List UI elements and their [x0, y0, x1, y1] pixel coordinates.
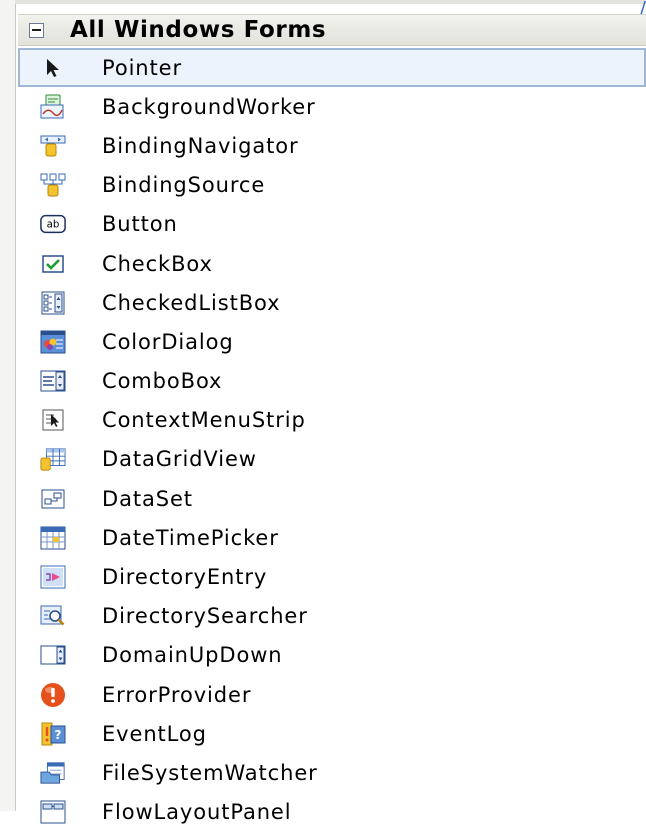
toolbox-item-label: ComboBox: [102, 369, 223, 394]
button-icon: ab: [40, 211, 66, 237]
toolbox-item-label: DirectorySearcher: [102, 604, 308, 629]
data-grid-view-icon: [40, 446, 66, 472]
svg-text:?: ?: [55, 728, 62, 742]
toolbox-item-label: DomainUpDown: [102, 643, 283, 668]
toolbox-item-label: BackgroundWorker: [102, 94, 316, 119]
checkbox-icon: [40, 251, 66, 277]
toolbox-item-datagridview[interactable]: DataGridView: [18, 440, 646, 479]
toolbox-item-label: BindingNavigator: [102, 133, 299, 158]
collapse-toggle-icon[interactable]: [29, 22, 44, 38]
directory-entry-icon: [40, 564, 66, 590]
toolbox-item-domainupdown[interactable]: DomainUpDown: [18, 636, 646, 675]
toolbox-item-dataset[interactable]: DataSet: [18, 479, 646, 518]
background-worker-icon: [40, 94, 66, 120]
combobox-icon: [40, 368, 66, 394]
group-header-all-windows-forms[interactable]: All Windows Forms: [18, 14, 646, 46]
toolbox-item-flowlayoutpanel[interactable]: FlowLayoutPanel: [18, 793, 646, 832]
toolbox-item-label: BindingSource: [102, 173, 266, 198]
svg-text:ab: ab: [47, 220, 60, 231]
binding-navigator-icon: [40, 133, 66, 159]
file-system-watcher-icon: [40, 760, 66, 786]
toolbox-item-label: CheckedListBox: [102, 290, 281, 315]
toolbox-item-label: DataGridView: [102, 447, 257, 472]
toolbox-item-colordialog[interactable]: ColorDialog: [18, 322, 646, 361]
toolbox-item-label: FileSystemWatcher: [102, 760, 318, 785]
toolbox-item-label: Pointer: [102, 55, 182, 80]
toolbox-item-bindingsource[interactable]: BindingSource: [18, 166, 646, 205]
color-dialog-icon: [40, 329, 66, 355]
toolbox-item-list: Pointer BackgroundWorker BindingNavigato…: [18, 48, 646, 832]
error-provider-icon: [40, 682, 66, 708]
toolbox-item-eventlog[interactable]: ? EventLog: [18, 714, 646, 753]
toolbox-item-label: DateTimePicker: [102, 525, 279, 550]
toolbox-item-label: FlowLayoutPanel: [102, 800, 292, 825]
toolbox-item-combobox[interactable]: ComboBox: [18, 362, 646, 401]
toolbox-item-errorprovider[interactable]: ErrorProvider: [18, 675, 646, 714]
context-menu-strip-icon: [40, 407, 66, 433]
toolbox-item-label: DirectoryEntry: [102, 565, 268, 590]
date-time-picker-icon: [40, 525, 66, 551]
toolbox-item-datetimepicker[interactable]: DateTimePicker: [18, 518, 646, 557]
binding-source-icon: [40, 172, 66, 198]
domain-up-down-icon: [40, 642, 66, 668]
event-log-icon: ?: [40, 721, 66, 747]
directory-searcher-icon: [40, 603, 66, 629]
toolbox-item-label: DataSet: [102, 486, 193, 511]
toolbox-item-label: ColorDialog: [102, 329, 234, 354]
left-gutter: [0, 0, 16, 811]
toolbox-item-checkedlistbox[interactable]: CheckedListBox: [18, 283, 646, 322]
toolbox-item-label: CheckBox: [102, 251, 213, 276]
dataset-icon: [40, 486, 66, 512]
toolbox-item-label: EventLog: [102, 721, 207, 746]
toolbox-item-checkbox[interactable]: CheckBox: [18, 244, 646, 283]
toolbox-item-directoryentry[interactable]: DirectoryEntry: [18, 557, 646, 596]
pointer-icon: [40, 55, 66, 81]
toolbox-item-label: Button: [102, 212, 178, 237]
toolbox-item-backgroundworker[interactable]: BackgroundWorker: [18, 87, 646, 126]
toolbox-item-bindingnavigator[interactable]: BindingNavigator: [18, 126, 646, 165]
flow-layout-panel-icon: [40, 799, 66, 825]
top-divider: [15, 0, 646, 4]
checked-listbox-icon: [40, 290, 66, 316]
toolbox-item-contextmenustrip[interactable]: ContextMenuStrip: [18, 401, 646, 440]
toolbox-item-label: ErrorProvider: [102, 682, 252, 707]
toolbox-item-label: ContextMenuStrip: [102, 408, 306, 433]
group-title: All Windows Forms: [70, 17, 327, 43]
toolbox-item-directorysearcher[interactable]: DirectorySearcher: [18, 597, 646, 636]
toolbox-item-pointer[interactable]: Pointer: [18, 48, 646, 88]
toolbox-item-button[interactable]: ab Button: [18, 205, 646, 244]
toolbox-item-filesystemwatcher[interactable]: FileSystemWatcher: [18, 753, 646, 792]
